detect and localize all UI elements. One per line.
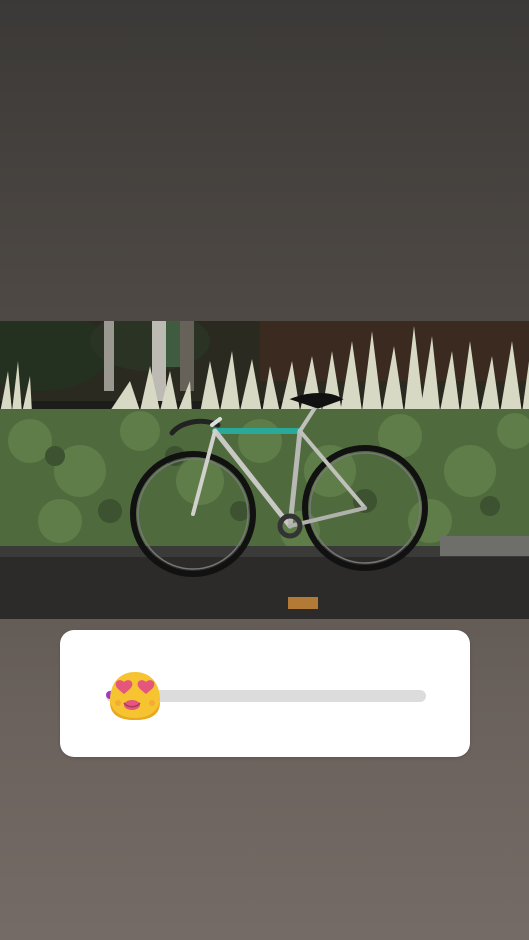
story-viewer [0,0,529,940]
bicycle-photo [0,321,529,619]
heart-eyes-emoji-icon[interactable] [106,668,164,724]
bicycle-photo-image [0,321,529,619]
emoji-slider-card [60,630,470,757]
